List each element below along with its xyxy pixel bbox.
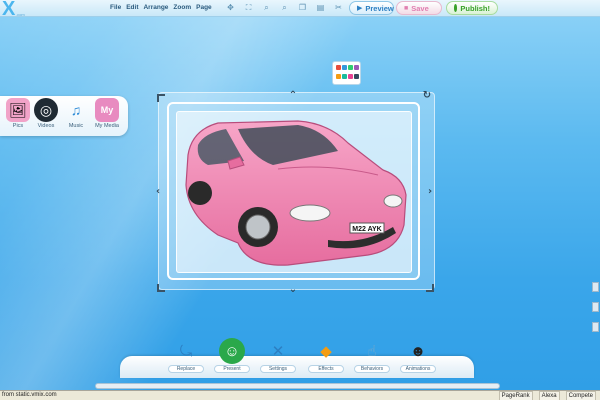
dock-animations[interactable]: ☻ Animations [398,338,438,373]
corner-handle-top-left[interactable] [157,94,165,102]
dock-effects-label: Effects [308,365,344,373]
menu-bar: File Edit Arrange Zoom Page [110,4,212,11]
scroll-up-button[interactable] [592,282,599,292]
car-headlight [289,204,331,222]
top-toolbar: X .com File Edit Arrange Zoom Page ✥ ⛶ ⌕… [0,0,600,20]
paste-icon[interactable]: ▤ [316,3,325,12]
car-image[interactable]: M22 AYK [178,115,410,270]
media-panel: 🖼 Pics ◎ Videos ♫ Music My My Media [0,96,128,136]
music-icon: ♫ [70,102,82,118]
compete-item[interactable]: Compete [565,391,596,400]
menu-edit[interactable]: Edit [126,4,138,11]
palette-swatch[interactable] [336,73,341,79]
license-plate-text: M22 AYK [352,226,381,233]
settings-icon: ✕ [271,343,285,360]
animations-icon: ☻ [410,342,426,360]
publish-button[interactable]: Publish! [446,1,498,15]
videos-icon: ◎ [34,98,58,122]
logo-domain: .com [16,12,25,17]
save-button[interactable]: ■ Save [396,1,442,15]
replace-icon: ⤿ [179,342,193,360]
dock-present[interactable]: ☺ Present [212,338,252,373]
status-text: from static.vmix.com [2,392,57,398]
dock-animations-label: Animations [400,365,436,373]
resize-handle-left[interactable]: ‹ [152,186,164,198]
alexa-item[interactable]: Alexa [538,391,560,400]
resize-handle-right[interactable]: › [424,186,436,198]
preview-label: Preview [365,3,394,13]
browser-status-bar: from static.vmix.com PageRank Alexa Comp… [0,390,600,400]
media-music[interactable]: ♫ Music [61,98,91,134]
horizontal-scrollbar[interactable] [95,383,500,389]
cut-icon[interactable]: ✂ [334,3,343,12]
media-videos[interactable]: ◎ Videos [31,98,61,134]
color-palette-popup[interactable] [332,61,361,85]
media-pics-label: Pics [12,123,24,129]
car-headlight-right [383,194,403,208]
palette-swatch[interactable] [348,73,353,79]
status-toolbar: PageRank Alexa Compete [498,391,596,400]
palette-swatch[interactable] [354,65,359,70]
publish-label: Publish! [460,3,490,13]
corner-handle-bottom-right[interactable] [426,284,434,292]
zoom-out-icon[interactable]: ⌕ [280,3,289,12]
dock-settings-label: Settings [260,365,296,373]
save-label: Save [411,3,429,13]
pagerank-item[interactable]: PageRank [498,391,533,400]
media-music-label: Music [68,123,84,129]
palette-swatch[interactable] [342,65,347,70]
resize-handle-bottom[interactable]: ⌄ [287,284,299,296]
media-my-media-label: My Media [95,123,119,129]
palette-swatch[interactable] [336,65,341,70]
rotate-handle[interactable]: ↻ [421,90,433,102]
palette-swatch[interactable] [354,73,359,79]
palette-swatch[interactable] [348,65,353,70]
dock-replace-label: Replace [168,365,204,373]
present-icon: ☺ [219,338,245,364]
zoom-in-icon[interactable]: ⌕ [262,3,271,12]
scroll-down-button[interactable] [592,322,599,332]
media-my-media[interactable]: My My Media [92,98,122,134]
resize-icon[interactable]: ⛶ [244,3,253,12]
tool-icons: ✥ ⛶ ⌕ ⌕ ❐ ▤ ✂ [226,3,343,12]
dock-replace[interactable]: ⤿ Replace [166,338,206,373]
publish-icon [454,4,458,12]
dock-effects[interactable]: ◆ Effects [306,338,346,373]
menu-zoom[interactable]: Zoom [173,4,191,11]
scroll-mid-button[interactable] [592,302,599,312]
dock-behaviors-label: Behaviors [354,365,390,373]
menu-file[interactable]: File [110,4,121,11]
play-icon: ▶ [357,5,363,12]
preview-button[interactable]: ▶ Preview [349,1,394,15]
resize-handle-top[interactable]: ⌃ [287,90,299,102]
media-pics[interactable]: 🖼 Pics [3,98,33,134]
copy-icon[interactable]: ❐ [298,3,307,12]
pics-icon: 🖼 [6,98,30,122]
menu-arrange[interactable]: Arrange [143,4,168,11]
corner-handle-bottom-left[interactable] [157,284,165,292]
menu-page[interactable]: Page [196,4,212,11]
effects-icon: ◆ [320,343,332,360]
disk-icon: ■ [404,4,409,12]
dock-present-label: Present [214,365,250,373]
behaviors-icon: ☝ [367,343,377,360]
move-icon[interactable]: ✥ [226,3,235,12]
my-media-icon: My [95,98,119,122]
car-rear-wheel [188,181,212,205]
logo-letter: X [2,0,15,20]
logo: X .com [2,0,25,21]
dock-settings[interactable]: ✕ Settings [258,338,298,373]
media-videos-label: Videos [37,123,55,129]
vertical-scroll-controls [591,282,600,382]
dock-behaviors[interactable]: ☝ Behaviors [352,338,392,373]
palette-swatch[interactable] [342,73,347,79]
